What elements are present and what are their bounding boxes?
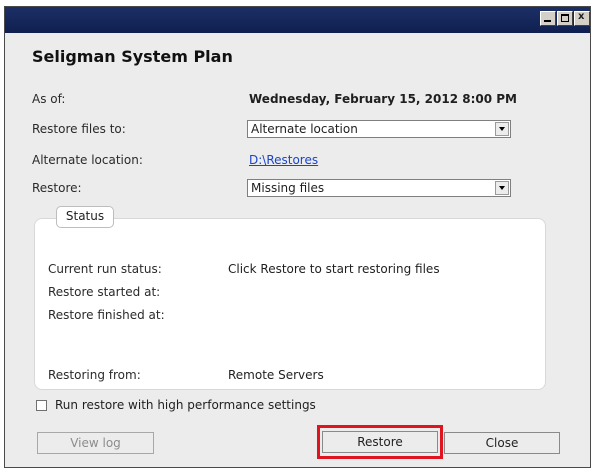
page-title: Seligman System Plan bbox=[32, 47, 233, 66]
current-run-status-value: Click Restore to start restoring files bbox=[228, 262, 440, 276]
close-icon: x bbox=[578, 11, 585, 22]
maximize-button[interactable] bbox=[557, 11, 573, 26]
restoring-from-value: Remote Servers bbox=[228, 368, 324, 382]
title-bar[interactable]: x bbox=[5, 7, 590, 33]
restore-type-selected: Missing files bbox=[251, 181, 325, 195]
restore-finished-at-label: Restore finished at: bbox=[48, 308, 165, 322]
restore-type-dropdown[interactable]: Missing files bbox=[247, 179, 511, 197]
status-panel bbox=[34, 218, 546, 390]
restore-button[interactable]: Restore bbox=[322, 431, 438, 453]
view-log-button[interactable]: View log bbox=[37, 432, 154, 454]
chevron-down-icon[interactable] bbox=[495, 181, 509, 195]
restore-label: Restore: bbox=[32, 181, 82, 195]
window-controls: x bbox=[540, 11, 590, 26]
alternate-location-label: Alternate location: bbox=[32, 153, 143, 167]
close-window-button[interactable]: x bbox=[574, 11, 590, 26]
restore-files-to-dropdown[interactable]: Alternate location bbox=[247, 120, 511, 138]
status-tab: Status bbox=[56, 206, 114, 228]
high-performance-option[interactable]: Run restore with high performance settin… bbox=[36, 398, 316, 412]
chevron-down-icon[interactable] bbox=[495, 122, 509, 136]
current-run-status-label: Current run status: bbox=[48, 262, 162, 276]
high-performance-label: Run restore with high performance settin… bbox=[55, 398, 316, 412]
restore-files-to-label: Restore files to: bbox=[32, 122, 126, 136]
close-button[interactable]: Close bbox=[444, 432, 560, 454]
maximize-icon bbox=[561, 14, 569, 22]
minimize-button[interactable] bbox=[540, 11, 556, 26]
alternate-location-link[interactable]: D:\Restores bbox=[249, 153, 318, 167]
as-of-value: Wednesday, February 15, 2012 8:00 PM bbox=[249, 92, 517, 106]
restore-files-to-selected: Alternate location bbox=[251, 122, 358, 136]
restoring-from-label: Restoring from: bbox=[48, 368, 141, 382]
minimize-icon bbox=[544, 14, 552, 22]
restore-started-at-label: Restore started at: bbox=[48, 285, 161, 299]
as-of-label: As of: bbox=[32, 92, 66, 106]
checkbox-icon[interactable] bbox=[36, 399, 47, 411]
